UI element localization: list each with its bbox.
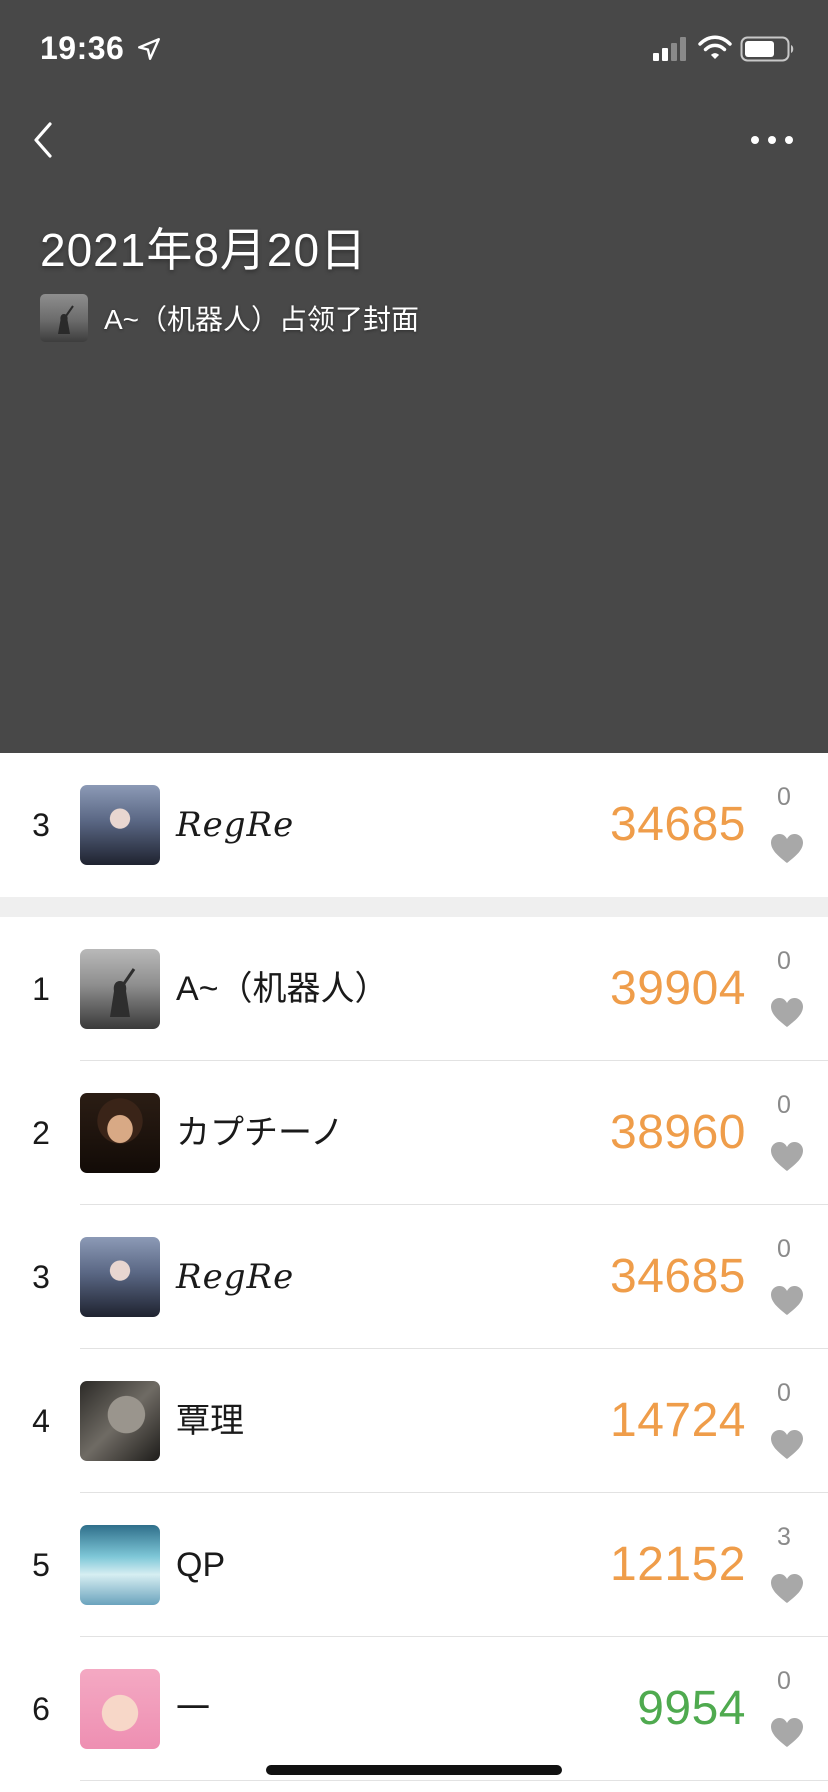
user-name: 覃理 [176,1402,244,1440]
leaderboard-row-2[interactable]: 2 カプチーノ 38960 0 [0,1061,828,1205]
rank-number: 5 [32,1547,50,1583]
step-count: 38960 [610,1106,746,1159]
row-divider [80,1780,828,1781]
like-count: 3 [777,1523,791,1551]
leaderboard-row-5[interactable]: 5 QP 12152 3 [0,1493,828,1637]
user-name: RegRe [176,805,295,845]
more-dots-icon[interactable] [748,124,796,156]
leaderboard-row-1[interactable]: 1 A~（机器人） 39904 0 [0,917,828,1061]
like-count: 0 [777,1091,791,1119]
like-count: 0 [777,1667,791,1695]
cover-date-title: 2021年8月20日 [40,224,368,276]
location-arrow-icon [138,38,160,60]
status-bar: 19:36 [0,0,828,100]
step-count: 34685 [610,798,746,851]
section-divider [0,897,828,917]
user-name: A~（机器人） [176,970,389,1008]
cover-owner-text: A~（机器人）占领了封面 [104,304,420,335]
heart-icon[interactable] [770,1285,804,1317]
step-count: 12152 [610,1538,746,1591]
person-silhouette-icon [58,305,74,334]
user-name: 一 [176,1690,210,1728]
avatar[interactable] [80,1093,160,1173]
like-count: 0 [777,947,791,975]
heart-icon[interactable] [770,1141,804,1173]
heart-icon[interactable] [770,1429,804,1461]
heart-icon[interactable] [770,833,804,865]
user-name: カプチーノ [176,1114,344,1152]
person-silhouette-icon [110,968,136,1017]
like-count: 0 [777,783,791,811]
cellular-signal-icon [653,37,686,61]
home-indicator[interactable] [266,1765,562,1775]
rank-number: 3 [32,807,50,843]
rank-number: 3 [32,1259,50,1295]
avatar[interactable] [80,1525,160,1605]
avatar[interactable] [80,1669,160,1749]
avatar[interactable] [80,949,160,1029]
step-count: 34685 [610,1250,746,1303]
rank-number: 4 [32,1403,50,1439]
status-time: 19:36 [40,30,125,66]
my-rank-row[interactable]: 3 RegRe 34685 0 [0,753,828,897]
like-count: 0 [777,1235,791,1263]
avatar[interactable] [80,785,160,865]
like-count: 0 [777,1379,791,1407]
cover-area: 19:36 2021年8月20日 A~（机器人）占领了封面 [0,0,828,753]
battery-icon [740,36,794,62]
leaderboard-row-4[interactable]: 4 覃理 14724 0 [0,1349,828,1493]
step-count: 9954 [637,1682,746,1735]
heart-icon[interactable] [770,1573,804,1605]
rank-number: 6 [32,1691,50,1727]
step-count: 14724 [610,1394,746,1447]
step-count: 39904 [610,962,746,1015]
heart-icon[interactable] [770,1717,804,1749]
avatar[interactable] [80,1237,160,1317]
leaderboard-row-6[interactable]: 6 一 9954 0 [0,1637,828,1781]
user-name: QP [176,1546,226,1584]
cover-owner[interactable]: A~（机器人）占领了封面 [40,294,419,342]
wifi-icon [698,35,732,59]
rank-number: 2 [32,1115,50,1151]
leaderboard-row-3[interactable]: 3 RegRe 34685 0 [0,1205,828,1349]
avatar[interactable] [80,1381,160,1461]
cover-owner-avatar[interactable] [40,294,88,342]
user-name: RegRe [176,1257,295,1297]
chevron-left-icon[interactable] [26,118,62,162]
rank-number: 1 [32,971,50,1007]
heart-icon[interactable] [770,997,804,1029]
